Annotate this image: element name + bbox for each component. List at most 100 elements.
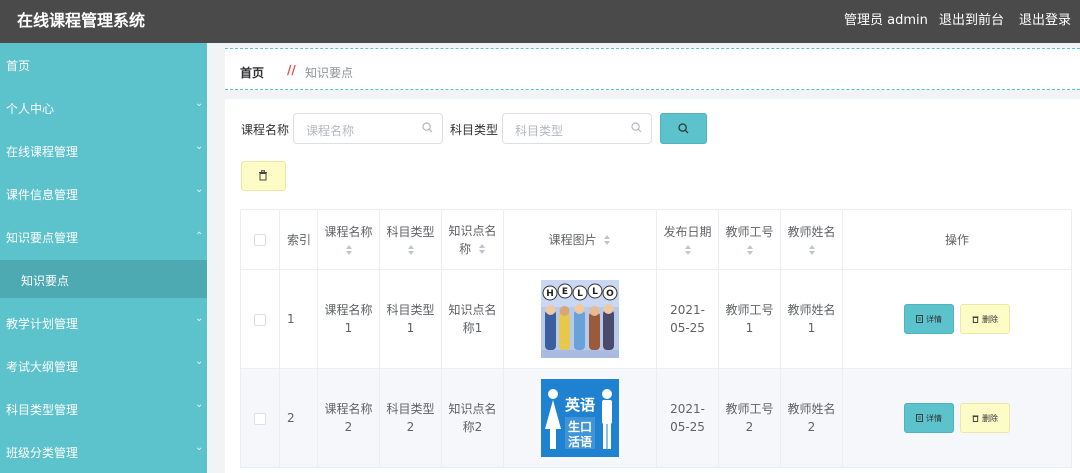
sidebar: 首页 个人中心 ⌄ 在线课程管理 ⌄ 课件信息管理 ⌄ 知识要点管理 ⌃ 知识要… [0, 43, 207, 473]
logout-link[interactable]: 退出登录 [1019, 9, 1071, 28]
trash-icon [972, 316, 979, 323]
sidebar-subitem-knowledge-point[interactable]: 知识要点 [0, 260, 207, 298]
select-all-cell [240, 209, 280, 270]
course-image-hello: H E L L O [541, 280, 619, 358]
header-label: 课程名称 [324, 225, 373, 239]
sidebar-item-label: 首页 [6, 59, 31, 73]
sidebar-item-courseware[interactable]: 课件信息管理 ⌄ [0, 172, 207, 215]
cell-subject-type: 科目类型2 [379, 368, 442, 468]
detail-button-label: 详情 [926, 414, 942, 423]
table-header-row: 索引 课程名称 科目类型 知识点名称 课程图片 发布日期 教师工号 教师姓名 操… [240, 209, 1072, 270]
cell-index: 1 [279, 269, 318, 369]
svg-text:L: L [592, 287, 598, 297]
row-select-cell [240, 269, 280, 369]
cell-teacher-name: 教师姓名2 [780, 368, 843, 468]
sidebar-item-teaching-plan[interactable]: 教学计划管理 ⌄ [0, 301, 207, 344]
knowledge-point-table: 索引 课程名称 科目类型 知识点名称 课程图片 发布日期 教师工号 教师姓名 操… [240, 209, 1072, 468]
sort-icon[interactable] [345, 244, 353, 256]
sort-icon[interactable] [684, 244, 692, 256]
sidebar-item-label: 教学计划管理 [6, 317, 79, 331]
header-subject-type[interactable]: 科目类型 [379, 209, 442, 270]
subject-type-input[interactable]: 科目类型 [502, 113, 652, 144]
search-button[interactable] [660, 113, 707, 144]
header-point-name[interactable]: 知识点名称 [441, 209, 504, 270]
sort-icon[interactable] [746, 244, 754, 256]
sort-icon[interactable] [808, 244, 816, 256]
course-name-input[interactable]: 课程名称 [293, 113, 443, 144]
cell-actions: 详情 删除 [842, 368, 1072, 468]
header-index: 索引 [279, 209, 318, 270]
row-checkbox[interactable] [254, 313, 266, 326]
sidebar-item-personal-center[interactable]: 个人中心 ⌄ [0, 86, 207, 129]
svg-text:L: L [577, 289, 583, 299]
sidebar-item-exam-outline[interactable]: 考试大纲管理 ⌄ [0, 344, 207, 387]
cell-index: 2 [279, 368, 318, 468]
sidebar-item-knowledge-points[interactable]: 知识要点管理 ⌃ [0, 215, 207, 258]
cell-publish-date: 2021-05-25 [656, 368, 719, 468]
cell-teacher-name: 教师姓名1 [780, 269, 843, 369]
sort-icon[interactable] [478, 243, 486, 255]
sidebar-item-label: 班级分类管理 [6, 446, 79, 460]
delete-button[interactable]: 删除 [960, 403, 1010, 433]
trash-icon [972, 415, 979, 422]
sidebar-item-label: 科目类型管理 [6, 403, 79, 417]
chevron-down-icon: ⌄ [195, 141, 204, 152]
header-course-image[interactable]: 课程图片 [503, 209, 657, 270]
chevron-up-icon: ⌃ [195, 231, 204, 242]
sidebar-item-subject-type[interactable]: 科目类型管理 ⌄ [0, 387, 207, 430]
header-label: 发布日期 [663, 225, 712, 239]
course-image-english: 英语 生口 活语 [541, 379, 619, 457]
exit-to-front-link[interactable]: 退出到前台 [939, 9, 1004, 28]
header-label: 教师工号 [725, 225, 774, 239]
sidebar-item-class-category[interactable]: 班级分类管理 ⌄ [0, 430, 207, 473]
select-all-checkbox[interactable] [254, 234, 266, 246]
course-name-placeholder: 课程名称 [306, 124, 355, 138]
sidebar-item-home[interactable]: 首页 [0, 43, 207, 86]
admin-label: 管理员 admin [844, 13, 928, 28]
content-panel: 课程名称 课程名称 科目类型 科目类型 索引 课程名称 科目类型 知识点名称 课… [225, 99, 1080, 473]
sidebar-item-label: 考试大纲管理 [6, 360, 79, 374]
cell-teacher-no: 教师工号2 [718, 368, 781, 468]
delete-button-label: 删除 [982, 414, 998, 423]
breadcrumb: 首页 // 知识要点 [225, 48, 1080, 90]
batch-delete-button[interactable] [241, 161, 286, 191]
svg-text:O: O [606, 289, 614, 299]
course-name-label: 课程名称 [241, 123, 290, 137]
trash-icon [259, 170, 267, 181]
sort-icon[interactable] [603, 234, 611, 246]
header-actions: 操作 [842, 209, 1072, 270]
sidebar-item-label: 在线课程管理 [6, 145, 79, 159]
sort-icon[interactable] [407, 244, 415, 256]
cell-publish-date: 2021-05-25 [656, 269, 719, 369]
search-icon [631, 122, 642, 136]
subject-type-placeholder: 科目类型 [515, 124, 564, 138]
breadcrumb-home[interactable]: 首页 [240, 64, 264, 81]
detail-button[interactable]: 详情 [904, 304, 954, 334]
cell-course-name: 课程名称2 [317, 368, 380, 468]
delete-button[interactable]: 删除 [960, 304, 1010, 334]
sidebar-item-label: 知识要点管理 [6, 231, 79, 245]
chevron-down-icon: ⌄ [195, 313, 204, 324]
sidebar-item-online-course[interactable]: 在线课程管理 ⌄ [0, 129, 207, 172]
row-checkbox[interactable] [254, 412, 266, 425]
app-title: 在线课程管理系统 [17, 11, 146, 30]
cell-actions: 详情 删除 [842, 269, 1072, 369]
chevron-down-icon: ⌄ [195, 98, 204, 109]
sidebar-item-label: 个人中心 [6, 102, 55, 116]
breadcrumb-current: 知识要点 [305, 66, 354, 80]
header-teacher-name[interactable]: 教师姓名 [780, 209, 843, 270]
image-letter-text: H [546, 289, 554, 299]
detail-button[interactable]: 详情 [904, 403, 954, 433]
document-icon [916, 315, 923, 323]
svg-text:生口: 生口 [568, 419, 592, 434]
detail-button-label: 详情 [926, 315, 942, 324]
header-course-name[interactable]: 课程名称 [317, 209, 380, 270]
sidebar-item-label: 课件信息管理 [6, 188, 79, 202]
sidebar-item-label: 知识要点 [21, 274, 70, 288]
row-select-cell [240, 368, 280, 468]
search-icon [678, 123, 689, 134]
header-teacher-no[interactable]: 教师工号 [718, 209, 781, 270]
header-publish-date[interactable]: 发布日期 [656, 209, 719, 270]
cell-course-image: 英语 生口 活语 [503, 368, 657, 468]
table-row: 1 课程名称1 科目类型1 知识点名称1 H E L L O 2021-05-2… [240, 269, 1072, 369]
